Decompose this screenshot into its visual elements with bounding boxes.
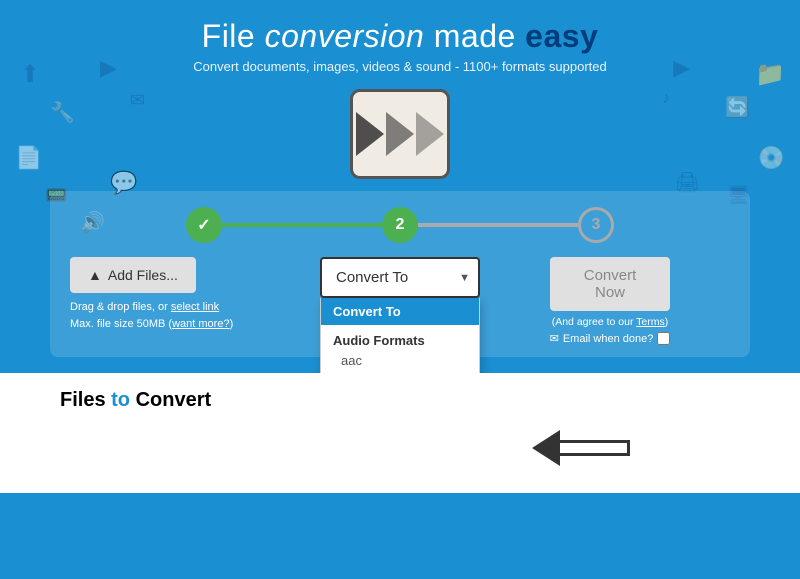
drag-drop-text: Drag & drop files, or select link Max. f…	[70, 299, 310, 332]
left-section: ▲ Add Files... Drag & drop files, or sel…	[70, 257, 310, 332]
subtitle: Convert documents, images, videos & soun…	[0, 59, 800, 74]
arrow-body	[560, 440, 630, 456]
right-section: Convert Now (And agree to our Terms) ✉ E…	[490, 257, 730, 345]
want-more-link[interactable]: want more?	[172, 318, 229, 330]
step-3: 3	[578, 207, 614, 243]
dropdown-header: Convert To	[321, 298, 479, 325]
arrow-head	[532, 430, 560, 466]
action-row: ▲ Add Files... Drag & drop files, or sel…	[70, 257, 730, 345]
arrow-3	[416, 112, 444, 156]
arrow-2	[386, 112, 414, 156]
logo-arrows	[356, 112, 444, 156]
dropdown-item-aac[interactable]: aac	[321, 350, 479, 371]
steps-indicator: ✓ 2 3	[70, 207, 730, 243]
convert-to-select[interactable]: Convert To	[320, 257, 480, 298]
add-files-button[interactable]: ▲ Add Files...	[70, 257, 196, 293]
arrow-indicator	[532, 430, 630, 466]
bottom-section: Files to Convert	[0, 373, 800, 493]
step-2: 2	[382, 207, 418, 243]
terms-link[interactable]: Terms	[636, 316, 665, 328]
page-title: File conversion made easy	[0, 18, 800, 55]
logo-box	[350, 89, 450, 179]
step-1: ✓	[186, 207, 222, 243]
logo-area	[0, 89, 800, 179]
step-line-1	[222, 223, 382, 227]
convert-to-section: Convert To Convert To Audio Formats aac …	[320, 257, 480, 298]
convert-now-button[interactable]: Convert Now	[550, 257, 670, 311]
files-to-convert-title: Files to Convert	[60, 389, 740, 412]
step-line-2	[418, 223, 578, 227]
upload-icon: ▲	[88, 267, 102, 283]
conversion-panel: ✓ 2 3 ▲ Add Files... Drag & drop files, …	[50, 191, 750, 357]
convert-to-wrapper: Convert To	[320, 257, 480, 298]
email-row: ✉ Email when done?	[490, 332, 730, 345]
email-checkbox[interactable]	[657, 332, 670, 345]
email-icon: ✉	[550, 332, 559, 345]
dropdown-category: Audio Formats	[321, 325, 479, 350]
arrow-1	[356, 112, 384, 156]
select-link[interactable]: select link	[171, 301, 219, 313]
page-header: File conversion made easy Convert docume…	[0, 0, 800, 84]
terms-text: (And agree to our Terms)	[490, 316, 730, 328]
